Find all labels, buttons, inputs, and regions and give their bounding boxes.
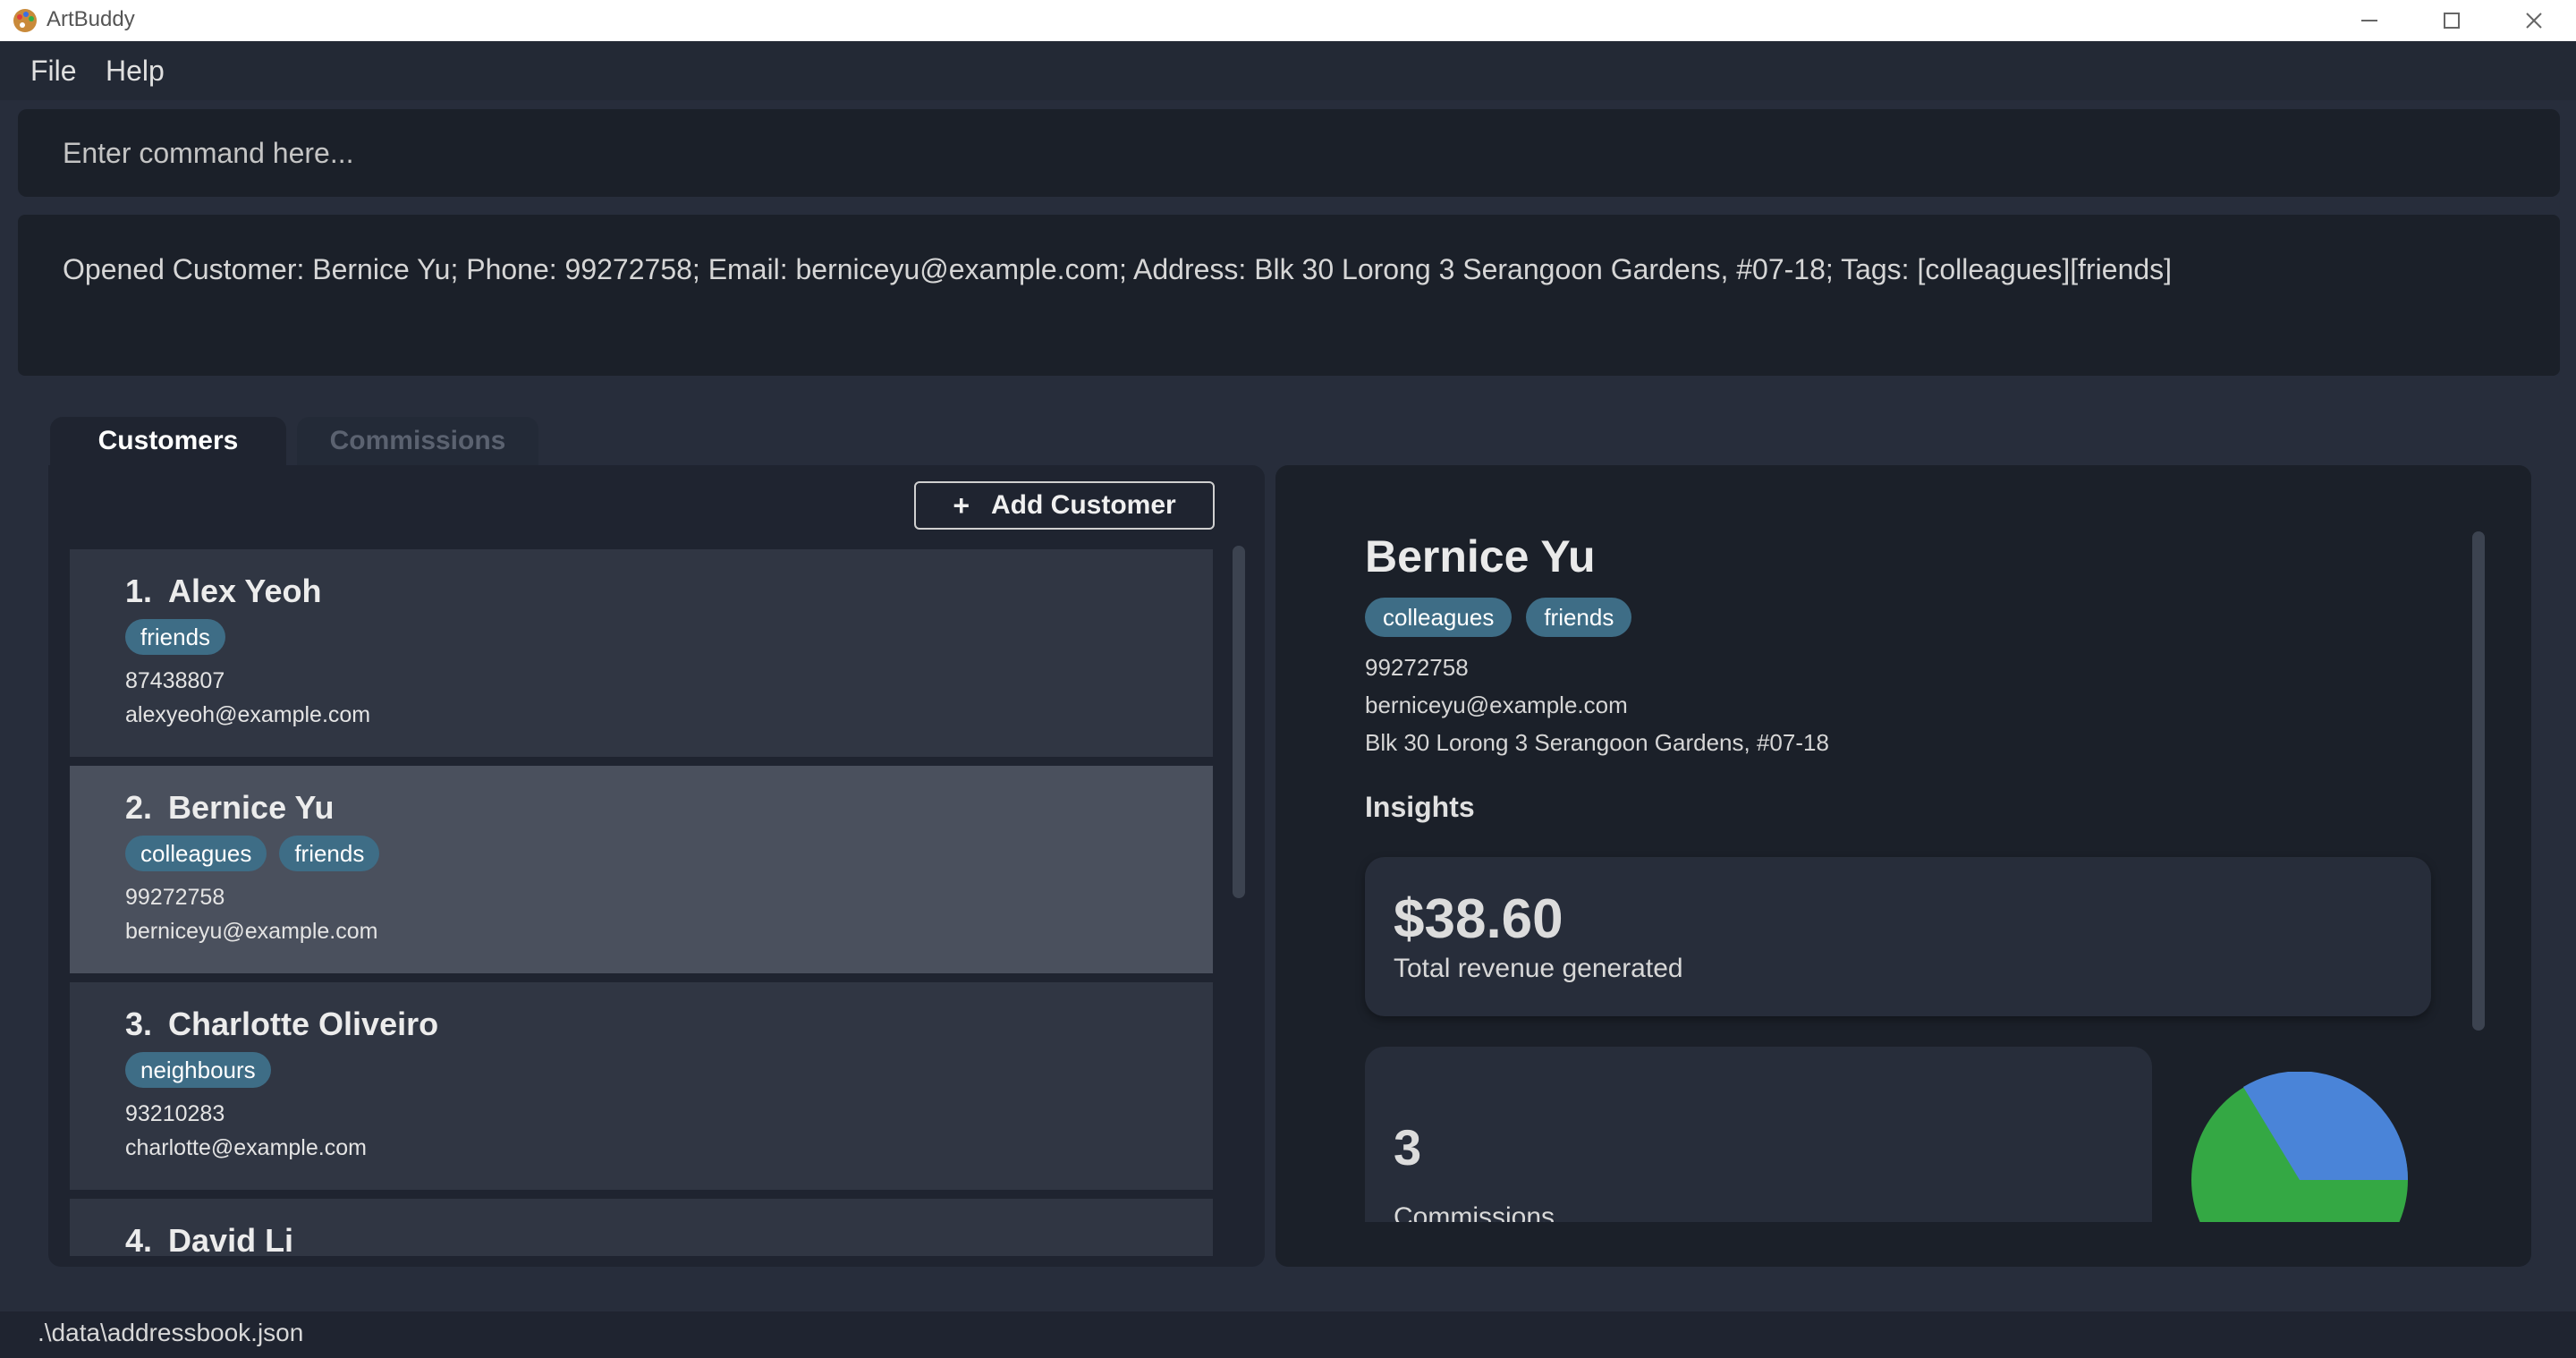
tag: colleagues	[1365, 598, 1513, 637]
tab-customers[interactable]: Customers	[50, 417, 286, 465]
customer-email: charlotte@example.com	[125, 1135, 367, 1160]
customer-detail-panel: Bernice Yu colleagues friends 99272758 b…	[1275, 465, 2531, 1267]
customer-name: Bernice Yu	[168, 789, 335, 826]
customer-name-row: 4. David Li	[125, 1222, 1157, 1256]
customer-index: 3.	[125, 1006, 153, 1042]
revenue-card: $38.60 Total revenue generated	[1365, 857, 2431, 1016]
revenue-value: $38.60	[1394, 888, 1563, 950]
tab-commissions[interactable]: Commissions	[297, 417, 538, 465]
plus-icon: +	[953, 488, 970, 522]
add-customer-label: Add Customer	[991, 490, 1176, 520]
customer-name: Alex Yeoh	[168, 573, 322, 609]
commission-pie-chart	[2191, 1072, 2408, 1222]
customer-index: 2.	[125, 789, 153, 826]
minimize-icon	[2361, 20, 2377, 21]
customer-email: berniceyu@example.com	[125, 919, 378, 944]
title-bar: ArtBuddy	[0, 0, 2576, 41]
tag: friends	[1526, 598, 1632, 637]
customer-phone: 99272758	[125, 885, 225, 910]
close-button[interactable]	[2494, 0, 2574, 41]
detail-tag-list: colleagues friends	[1365, 598, 1632, 637]
status-bar: .\data\addressbook.json	[0, 1311, 2576, 1358]
minimize-button[interactable]	[2329, 0, 2410, 41]
detail-customer-name: Bernice Yu	[1365, 531, 1596, 581]
customer-email: alexyeoh@example.com	[125, 702, 371, 727]
customer-name-row: 1. Alex Yeoh	[125, 573, 1157, 610]
customer-index: 4.	[125, 1222, 153, 1256]
customer-list[interactable]: 1. Alex Yeoh friends 87438807 alexyeoh@ex…	[70, 549, 1213, 1256]
list-scrollbar[interactable]	[1233, 546, 1245, 898]
maximize-icon	[2444, 13, 2460, 29]
customer-name: David Li	[168, 1222, 294, 1256]
tag: friends	[279, 836, 380, 871]
commissions-card: 3 Commissions	[1365, 1047, 2152, 1222]
detail-phone: 99272758	[1365, 654, 1469, 681]
result-text: Opened Customer: Bernice Yu; Phone: 9927…	[63, 253, 2173, 285]
insights-heading: Insights	[1365, 791, 1475, 823]
data-file-path: .\data\addressbook.json	[38, 1319, 304, 1346]
customer-name-row: 2. Bernice Yu	[125, 789, 1157, 827]
close-icon	[2526, 13, 2542, 29]
menu-help[interactable]: Help	[106, 54, 165, 88]
customer-phone: 93210283	[125, 1101, 225, 1126]
detail-content: Bernice Yu colleagues friends 99272758 b…	[1275, 465, 2531, 1222]
menu-bar: File Help	[0, 41, 2576, 100]
add-customer-button[interactable]: + Add Customer	[914, 481, 1215, 530]
command-input[interactable]	[18, 109, 2560, 197]
paint-palette-icon	[13, 9, 37, 32]
detail-scrollbar[interactable]	[2472, 531, 2485, 1031]
revenue-label: Total revenue generated	[1394, 954, 1683, 983]
tag-list: friends	[125, 619, 1157, 657]
customer-list-panel: + Add Customer 1. Alex Yeoh friends 87438…	[48, 465, 1265, 1267]
tag-list: neighbours	[125, 1052, 1157, 1090]
tag-list: colleagues friends	[125, 836, 1157, 873]
tag: neighbours	[125, 1052, 271, 1088]
commissions-label: Commissions	[1394, 1202, 1555, 1222]
detail-email: berniceyu@example.com	[1365, 692, 1628, 718]
commissions-count: 3	[1394, 1119, 1422, 1176]
detail-address: Blk 30 Lorong 3 Serangoon Gardens, #07-1…	[1365, 729, 1829, 756]
tag: friends	[125, 619, 226, 655]
customer-card[interactable]: 3. Charlotte Oliveiro neighbours 93210283…	[70, 982, 1213, 1190]
customer-card[interactable]: 4. David Li	[70, 1199, 1213, 1256]
customer-name: Charlotte Oliveiro	[168, 1006, 439, 1042]
app-title: ArtBuddy	[47, 7, 135, 31]
customer-card-selected[interactable]: 2. Bernice Yu colleagues friends 99272758…	[70, 766, 1213, 973]
maximize-button[interactable]	[2411, 0, 2492, 41]
menu-file[interactable]: File	[30, 54, 77, 88]
tag: colleagues	[125, 836, 267, 871]
customer-phone: 87438807	[125, 668, 225, 693]
result-display: Opened Customer: Bernice Yu; Phone: 9927…	[18, 215, 2560, 376]
customer-name-row: 3. Charlotte Oliveiro	[125, 1006, 1157, 1043]
customer-index: 1.	[125, 573, 153, 609]
customer-card[interactable]: 1. Alex Yeoh friends 87438807 alexyeoh@ex…	[70, 549, 1213, 757]
